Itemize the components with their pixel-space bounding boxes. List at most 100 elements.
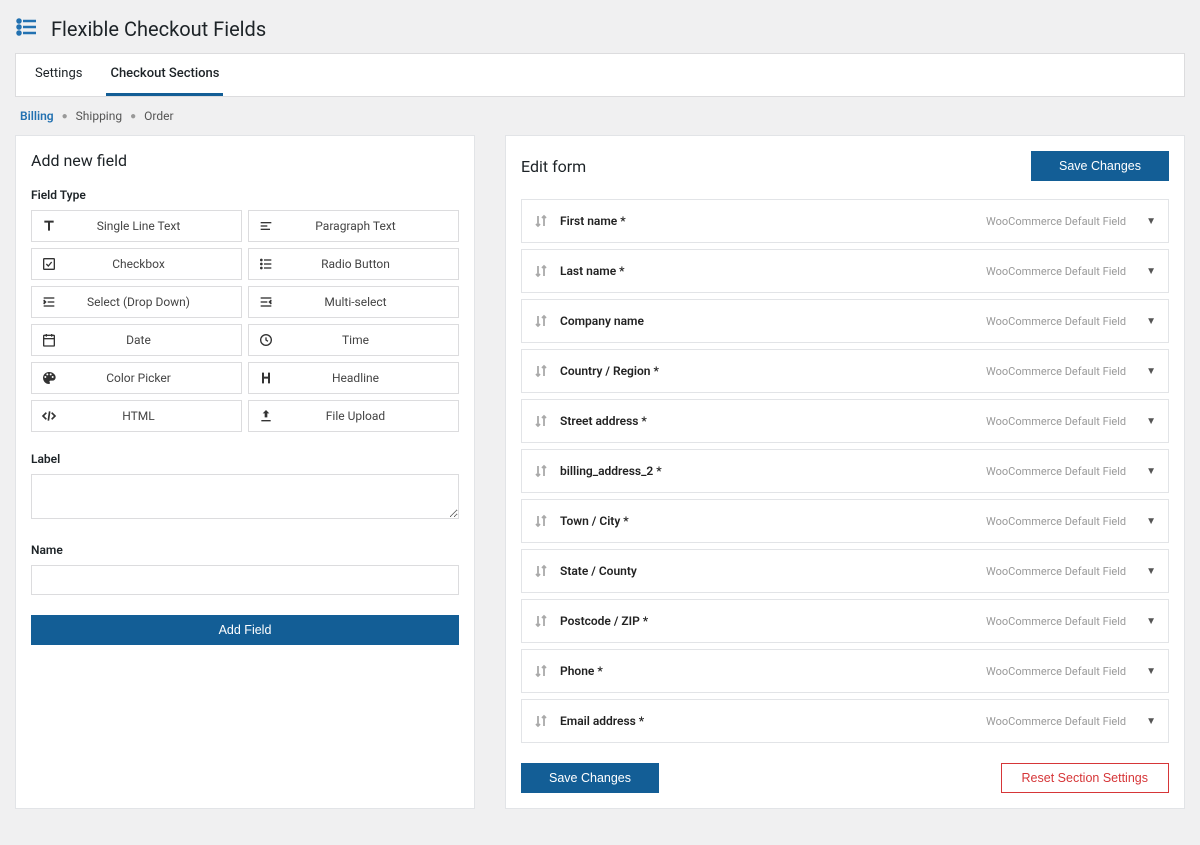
- sub-sections: Billing ● Shipping ● Order: [0, 97, 1200, 135]
- chevron-down-icon[interactable]: ▼: [1146, 666, 1156, 677]
- field-meta: WooCommerce Default Field: [986, 465, 1126, 478]
- chevron-down-icon[interactable]: ▼: [1146, 466, 1156, 477]
- drag-handle-icon[interactable]: [534, 464, 548, 478]
- sub-link-order[interactable]: Order: [144, 109, 173, 123]
- tab-checkout-sections[interactable]: Checkout Sections: [106, 54, 223, 96]
- label-input[interactable]: [31, 474, 459, 519]
- indent-icon: [32, 294, 66, 310]
- field-type-list[interactable]: Radio Button: [248, 248, 459, 280]
- field-label: Company name: [560, 314, 986, 328]
- chevron-down-icon[interactable]: ▼: [1146, 416, 1156, 427]
- add-field-button[interactable]: Add Field: [31, 615, 459, 645]
- chevron-down-icon[interactable]: ▼: [1146, 716, 1156, 727]
- field-type-palette[interactable]: Color Picker: [31, 362, 242, 394]
- save-changes-bottom-button[interactable]: Save Changes: [521, 763, 659, 793]
- form-row[interactable]: billing_address_2 *WooCommerce Default F…: [521, 449, 1169, 493]
- field-label: Last name *: [560, 264, 986, 278]
- chevron-down-icon[interactable]: ▼: [1146, 366, 1156, 377]
- checkbox-icon: [32, 256, 66, 272]
- chevron-down-icon[interactable]: ▼: [1146, 266, 1156, 277]
- drag-handle-icon[interactable]: [534, 414, 548, 428]
- field-type-label: Color Picker: [66, 371, 241, 385]
- field-type-clock[interactable]: Time: [248, 324, 459, 356]
- field-type-label: Checkbox: [66, 257, 241, 271]
- field-type-align-left[interactable]: Paragraph Text: [248, 210, 459, 242]
- drag-handle-icon[interactable]: [534, 264, 548, 278]
- chevron-down-icon[interactable]: ▼: [1146, 316, 1156, 327]
- field-type-label: Multi-select: [283, 295, 458, 309]
- field-type-label: HTML: [66, 409, 241, 423]
- field-meta: WooCommerce Default Field: [986, 515, 1126, 528]
- form-row[interactable]: Postcode / ZIP *WooCommerce Default Fiel…: [521, 599, 1169, 643]
- drag-handle-icon[interactable]: [534, 664, 548, 678]
- field-label: State / County: [560, 564, 986, 578]
- sub-link-shipping[interactable]: Shipping: [76, 109, 122, 123]
- drag-handle-icon[interactable]: [534, 714, 548, 728]
- field-label: Email address *: [560, 714, 986, 728]
- label-label: Label: [31, 452, 459, 466]
- field-type-indent-right[interactable]: Multi-select: [248, 286, 459, 318]
- field-meta: WooCommerce Default Field: [986, 615, 1126, 628]
- drag-handle-icon[interactable]: [534, 314, 548, 328]
- list-icon: [249, 256, 283, 272]
- field-label: billing_address_2 *: [560, 464, 986, 478]
- separator-dot: ●: [130, 111, 136, 122]
- field-meta: WooCommerce Default Field: [986, 415, 1126, 428]
- upload-icon: [249, 408, 283, 424]
- align-left-icon: [249, 218, 283, 234]
- field-type-grid: Single Line Text Paragraph Text Checkbox Ra…: [31, 210, 459, 432]
- chevron-down-icon[interactable]: ▼: [1146, 616, 1156, 627]
- drag-handle-icon[interactable]: [534, 564, 548, 578]
- form-row[interactable]: Phone *WooCommerce Default Field▼: [521, 649, 1169, 693]
- tab-settings[interactable]: Settings: [31, 54, 86, 96]
- field-meta: WooCommerce Default Field: [986, 315, 1126, 328]
- field-type-heading[interactable]: Headline: [248, 362, 459, 394]
- field-label: Town / City *: [560, 514, 986, 528]
- indent-right-icon: [249, 294, 283, 310]
- form-row[interactable]: Last name *WooCommerce Default Field ▼: [521, 249, 1169, 293]
- field-type-upload[interactable]: File Upload: [248, 400, 459, 432]
- add-field-title: Add new field: [31, 151, 459, 170]
- name-label: Name: [31, 543, 459, 557]
- save-changes-top-button[interactable]: Save Changes: [1031, 151, 1169, 181]
- form-row[interactable]: Company nameWooCommerce Default Field ▼: [521, 299, 1169, 343]
- field-type-label: Field Type: [31, 188, 459, 202]
- field-type-label: Paragraph Text: [283, 219, 458, 233]
- field-meta: WooCommerce Default Field: [986, 265, 1126, 278]
- field-type-label: File Upload: [283, 409, 458, 423]
- drag-handle-icon[interactable]: [534, 364, 548, 378]
- field-type-label: Headline: [283, 371, 458, 385]
- list-icon: [15, 15, 39, 43]
- calendar-icon: [32, 332, 66, 348]
- clock-icon: [249, 332, 283, 348]
- field-type-checkbox[interactable]: Checkbox: [31, 248, 242, 280]
- reset-section-button[interactable]: Reset Section Settings: [1001, 763, 1169, 793]
- text-icon: [32, 218, 66, 234]
- form-row[interactable]: Email address *WooCommerce Default Field…: [521, 699, 1169, 743]
- page-title: Flexible Checkout Fields: [51, 17, 266, 41]
- form-row[interactable]: State / CountyWooCommerce Default Field▼: [521, 549, 1169, 593]
- chevron-down-icon[interactable]: ▼: [1146, 566, 1156, 577]
- edit-form-panel: Edit form Save Changes First name *WooCo…: [505, 135, 1185, 809]
- field-type-text[interactable]: Single Line Text: [31, 210, 242, 242]
- field-label: Postcode / ZIP *: [560, 614, 986, 628]
- drag-handle-icon[interactable]: [534, 514, 548, 528]
- form-row[interactable]: Country / Region *WooCommerce Default Fi…: [521, 349, 1169, 393]
- field-label: Phone *: [560, 664, 986, 678]
- drag-handle-icon[interactable]: [534, 614, 548, 628]
- chevron-down-icon[interactable]: ▼: [1146, 516, 1156, 527]
- drag-handle-icon[interactable]: [534, 214, 548, 228]
- field-label: Country / Region *: [560, 364, 986, 378]
- field-type-indent[interactable]: Select (Drop Down): [31, 286, 242, 318]
- form-row[interactable]: First name *WooCommerce Default Field▼: [521, 199, 1169, 243]
- separator-dot: ●: [62, 111, 68, 122]
- form-row[interactable]: Street address *WooCommerce Default Fiel…: [521, 399, 1169, 443]
- chevron-down-icon[interactable]: ▼: [1146, 216, 1156, 227]
- sub-link-billing[interactable]: Billing: [20, 109, 54, 123]
- field-meta: WooCommerce Default Field: [986, 215, 1126, 228]
- field-type-code[interactable]: HTML: [31, 400, 242, 432]
- name-input[interactable]: [31, 565, 459, 595]
- form-row[interactable]: Town / City *WooCommerce Default Field ▼: [521, 499, 1169, 543]
- tabs-bar: Settings Checkout Sections: [15, 53, 1185, 97]
- field-type-calendar[interactable]: Date: [31, 324, 242, 356]
